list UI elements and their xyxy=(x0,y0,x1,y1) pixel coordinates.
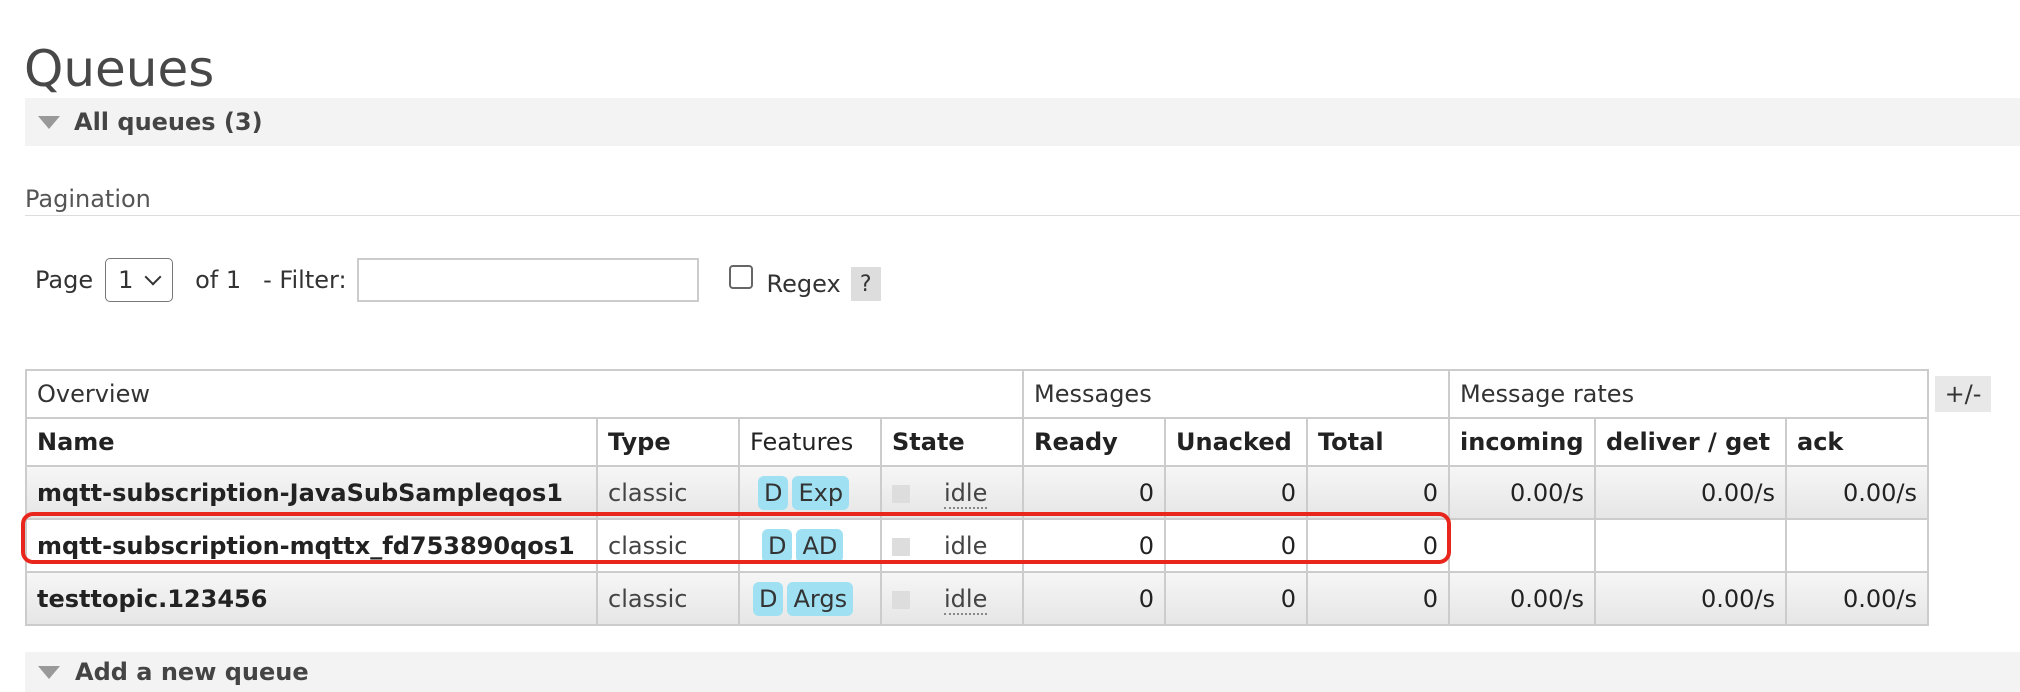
unacked-count: 0 xyxy=(1164,465,1308,520)
column-header-features: Features xyxy=(738,417,882,467)
collapse-triangle-icon xyxy=(38,115,60,129)
feature-tag: Args xyxy=(787,581,854,616)
queue-type: classic xyxy=(596,518,740,573)
page-label: Page xyxy=(35,266,94,294)
queue-features: D Exp xyxy=(738,465,882,520)
regex-help-button[interactable]: ? xyxy=(850,267,881,301)
feature-tag: D xyxy=(762,528,793,563)
ack-rate xyxy=(1785,518,1929,573)
state-indicator-icon xyxy=(892,484,910,503)
queue-name-link[interactable]: testtopic.123456 xyxy=(25,571,598,626)
queue-state: idle xyxy=(880,465,1024,520)
state-indicator-icon xyxy=(892,537,910,556)
page-count-label: of 1 xyxy=(195,266,242,294)
column-header-ready[interactable]: Ready xyxy=(1022,417,1166,467)
state-label: idle xyxy=(944,531,988,562)
filter-label: - Filter: xyxy=(263,266,347,294)
group-header-message-rates: Message rates xyxy=(1448,369,1929,419)
queues-table: Overview Messages Message rates Name Typ… xyxy=(25,369,1929,626)
queue-state: idle xyxy=(880,571,1024,626)
unacked-count: 0 xyxy=(1164,518,1308,573)
regex-checkbox[interactable] xyxy=(728,265,753,289)
feature-tag: D xyxy=(753,581,784,616)
deliver-get-rate: 0.00/s xyxy=(1594,571,1787,626)
incoming-rate: 0.00/s xyxy=(1448,465,1596,520)
add-queue-label: Add a new queue xyxy=(75,658,309,686)
state-label: idle xyxy=(944,584,988,615)
table-row: mqtt-subscription-JavaSubSampleqos1 clas… xyxy=(25,465,1929,520)
incoming-rate xyxy=(1448,518,1596,573)
column-toggle-button[interactable]: +/- xyxy=(1935,376,1991,412)
pagination-controls: Page 1 of 1 - Filter: Regex ? xyxy=(35,257,881,303)
queue-type: classic xyxy=(596,465,740,520)
table-row: testtopic.123456 classic D Args idle 0 0 … xyxy=(25,571,1929,626)
add-queue-toggle[interactable]: Add a new queue xyxy=(25,652,2020,692)
deliver-get-rate xyxy=(1594,518,1787,573)
ack-rate: 0.00/s xyxy=(1785,571,1929,626)
all-queues-toggle[interactable]: All queues (3) xyxy=(25,98,2020,146)
total-count: 0 xyxy=(1306,465,1450,520)
feature-tag: Exp xyxy=(792,475,850,510)
filter-input[interactable] xyxy=(356,258,699,302)
column-header-unacked[interactable]: Unacked xyxy=(1164,417,1308,467)
chevron-down-icon xyxy=(144,268,162,286)
page-select-value: 1 xyxy=(118,266,134,294)
queue-name-link[interactable]: mqtt-subscription-mqttx_fd753890qos1 xyxy=(25,518,598,573)
state-indicator-icon xyxy=(892,590,910,609)
regex-label: Regex xyxy=(766,270,841,298)
ack-rate: 0.00/s xyxy=(1785,465,1929,520)
column-header-name[interactable]: Name xyxy=(25,417,598,467)
column-header-total[interactable]: Total xyxy=(1306,417,1450,467)
queue-state: idle xyxy=(880,518,1024,573)
column-header-type[interactable]: Type xyxy=(596,417,740,467)
deliver-get-rate: 0.00/s xyxy=(1594,465,1787,520)
incoming-rate: 0.00/s xyxy=(1448,571,1596,626)
group-header-overview: Overview xyxy=(25,369,1024,419)
queue-features: D Args xyxy=(738,571,882,626)
page-select[interactable]: 1 xyxy=(105,258,174,302)
total-count: 0 xyxy=(1306,571,1450,626)
queue-type: classic xyxy=(596,571,740,626)
page-title: Queues xyxy=(24,40,215,98)
ready-count: 0 xyxy=(1022,465,1166,520)
pagination-heading: Pagination xyxy=(25,185,2020,216)
ready-count: 0 xyxy=(1022,571,1166,626)
total-count: 0 xyxy=(1306,518,1450,573)
column-header-deliver-get[interactable]: deliver / get xyxy=(1594,417,1787,467)
feature-tag: D xyxy=(758,475,789,510)
queue-name-link[interactable]: mqtt-subscription-JavaSubSampleqos1 xyxy=(25,465,598,520)
column-header-state[interactable]: State xyxy=(880,417,1024,467)
unacked-count: 0 xyxy=(1164,571,1308,626)
queue-features: D AD xyxy=(738,518,882,573)
feature-tag: AD xyxy=(796,528,844,563)
all-queues-label: All queues (3) xyxy=(74,108,263,136)
column-header-incoming[interactable]: incoming xyxy=(1448,417,1596,467)
state-label: idle xyxy=(944,478,988,509)
group-header-messages: Messages xyxy=(1022,369,1450,419)
ready-count: 0 xyxy=(1022,518,1166,573)
table-row: mqtt-subscription-mqttx_fd753890qos1 cla… xyxy=(25,518,1929,573)
collapse-triangle-icon xyxy=(38,666,60,679)
column-header-ack[interactable]: ack xyxy=(1785,417,1929,467)
